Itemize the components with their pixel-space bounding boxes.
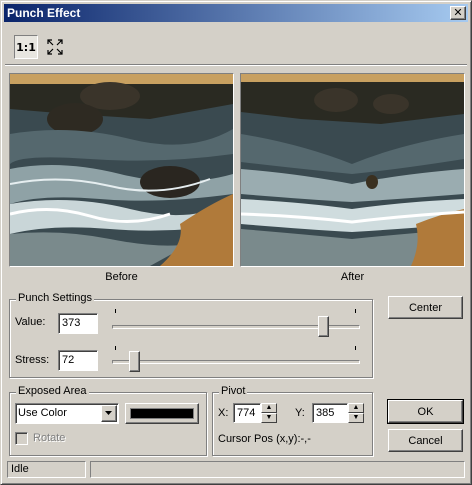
ok-button[interactable]: OK bbox=[387, 399, 464, 424]
color-swatch bbox=[130, 408, 194, 419]
stress-slider-thumb[interactable] bbox=[129, 351, 140, 372]
chevron-down-icon bbox=[105, 411, 112, 415]
slider-tick bbox=[355, 309, 356, 313]
pivot-group bbox=[212, 392, 373, 456]
toolbar-divider bbox=[5, 64, 467, 65]
close-button[interactable]: ✕ bbox=[450, 6, 466, 20]
exposed-area-group bbox=[9, 392, 207, 456]
rotate-checkbox[interactable] bbox=[15, 432, 28, 445]
pivot-y-spinner[interactable]: ▲ ▼ bbox=[348, 403, 364, 424]
window-title: Punch Effect bbox=[7, 6, 81, 20]
value-slider[interactable] bbox=[112, 307, 362, 337]
exposed-area-dropdown[interactable]: Use Color bbox=[15, 403, 119, 424]
slider-tick bbox=[115, 346, 116, 350]
punch-settings-label: Punch Settings bbox=[16, 292, 94, 304]
before-caption: Before bbox=[105, 271, 138, 283]
title-bar: Punch Effect ✕ bbox=[4, 4, 468, 22]
stress-label: Stress: bbox=[15, 354, 50, 366]
cancel-button[interactable]: Cancel bbox=[388, 429, 463, 452]
pivot-x-up-button[interactable]: ▲ bbox=[261, 403, 277, 413]
pivot-y-input[interactable]: 385 bbox=[312, 403, 348, 423]
pivot-y-down-button[interactable]: ▼ bbox=[348, 413, 364, 423]
value-input[interactable]: 373 bbox=[58, 313, 98, 334]
stress-slider-track bbox=[112, 360, 360, 364]
pivot-x-label: X: bbox=[218, 407, 229, 419]
color-picker-button[interactable] bbox=[125, 403, 199, 424]
pivot-y-label: Y: bbox=[295, 407, 305, 419]
value-label: Value: bbox=[15, 316, 46, 328]
before-preview bbox=[9, 73, 234, 267]
pivot-label: Pivot bbox=[219, 385, 248, 397]
stress-slider[interactable] bbox=[112, 344, 362, 374]
stress-input[interactable]: 72 bbox=[58, 350, 98, 371]
pivot-x-input[interactable]: 774 bbox=[233, 403, 261, 423]
cursor-pos-readout: Cursor Pos (x,y):-,- bbox=[218, 433, 311, 445]
exposed-area-label: Exposed Area bbox=[16, 385, 89, 397]
pivot-x-spinner[interactable]: ▲ ▼ bbox=[261, 403, 277, 424]
value-slider-thumb[interactable] bbox=[318, 316, 329, 337]
status-text: Idle bbox=[7, 461, 86, 478]
pivot-x-down-button[interactable]: ▼ bbox=[261, 413, 277, 423]
fit-to-window-icon bbox=[47, 39, 63, 55]
after-caption: After bbox=[340, 271, 365, 283]
center-button[interactable]: Center bbox=[388, 296, 463, 319]
slider-tick bbox=[355, 346, 356, 350]
before-image bbox=[10, 74, 233, 266]
close-icon: ✕ bbox=[453, 6, 463, 19]
pivot-y-up-button[interactable]: ▲ bbox=[348, 403, 364, 413]
after-image bbox=[241, 74, 464, 266]
status-panel bbox=[90, 461, 465, 478]
punch-effect-dialog: Punch Effect ✕ 1:1 Before After Punch Se… bbox=[0, 0, 472, 485]
exposed-area-selected: Use Color bbox=[18, 407, 67, 419]
slider-tick bbox=[115, 309, 116, 313]
dropdown-arrow-button[interactable] bbox=[101, 405, 117, 422]
fit-to-window-button[interactable] bbox=[43, 35, 67, 59]
after-preview bbox=[240, 73, 465, 267]
rotate-label: Rotate bbox=[33, 432, 66, 444]
zoom-1to1-button[interactable]: 1:1 bbox=[14, 35, 38, 59]
